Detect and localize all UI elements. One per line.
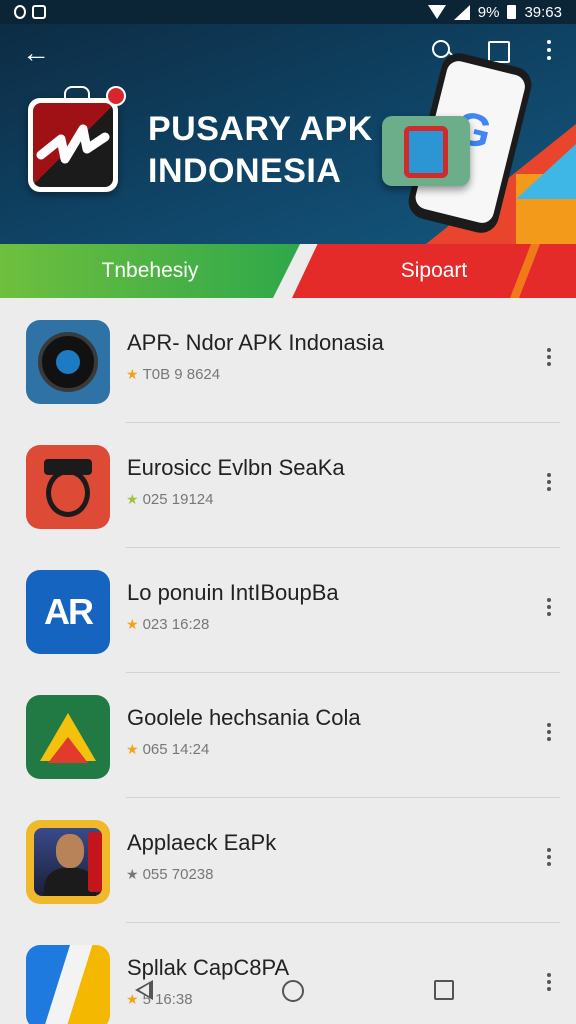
more-vert-icon[interactable] bbox=[545, 473, 553, 497]
star-icon: ★ bbox=[126, 866, 139, 882]
logo-graphic bbox=[33, 103, 113, 187]
title-line-2: INDONESIA bbox=[148, 152, 342, 190]
app-meta: ★ 065 14:24 bbox=[126, 741, 209, 758]
status-time: 39:63 bbox=[524, 3, 562, 21]
battery-icon bbox=[507, 5, 517, 19]
tab-bar: Tnbehesiy Sipoart bbox=[0, 244, 576, 298]
star-icon: ★ bbox=[126, 616, 139, 632]
status-bar: 9% 39:63 bbox=[0, 0, 576, 24]
app-title: Lo ponuin IntIBoupBa bbox=[127, 580, 339, 605]
title-line-1: PUSARY APK bbox=[148, 110, 373, 148]
tab-tnbehesiy[interactable]: Tnbehesiy bbox=[0, 244, 300, 298]
nav-home-icon[interactable] bbox=[282, 980, 304, 1002]
more-vert-icon[interactable] bbox=[545, 848, 553, 872]
more-vert-icon[interactable] bbox=[545, 348, 553, 372]
list-item[interactable]: APR- Ndor APK Indonasia ★ T0B 9 8624 bbox=[0, 298, 576, 423]
app-meta-text: 025 19124 bbox=[142, 491, 214, 508]
more-vert-icon[interactable] bbox=[544, 40, 554, 64]
ap-logo-icon: AR bbox=[26, 570, 110, 654]
nav-recent-icon[interactable] bbox=[434, 980, 454, 1000]
app-meta: ★ T0B 9 8624 bbox=[126, 366, 220, 383]
pulse-icon bbox=[36, 124, 110, 164]
tab-label: Tnbehesiy bbox=[101, 259, 199, 282]
app-title: Goolele hechsania Cola bbox=[127, 705, 361, 730]
nav-back-icon[interactable] bbox=[135, 980, 153, 1000]
list-item[interactable]: AR Lo ponuin IntIBoupBa ★ 023 16:28 bbox=[0, 548, 576, 673]
app-meta: ★ 025 19124 bbox=[126, 491, 213, 508]
camera-lens-icon bbox=[26, 320, 110, 404]
status-right: 9% 39:63 bbox=[427, 3, 562, 21]
app-meta: ★ 055 70238 bbox=[126, 866, 213, 883]
person-photo-icon bbox=[26, 820, 110, 904]
page-title: PUSARY APK INDONESIA bbox=[148, 108, 373, 192]
app-header: ← PUSARY APK INDONESIA G bbox=[0, 24, 576, 244]
header-decor-blue bbox=[516, 144, 576, 199]
app-title: APR- Ndor APK Indonasia bbox=[127, 330, 384, 355]
app-title: Applaeck EaPk bbox=[127, 830, 277, 855]
list-item[interactable]: Eurosicc Evlbn SeaKa ★ 025 19124 bbox=[0, 423, 576, 548]
more-vert-icon[interactable] bbox=[545, 598, 553, 622]
star-icon: ★ bbox=[126, 366, 139, 382]
app-meta-text: T0B 9 8624 bbox=[142, 366, 221, 383]
ring-clip-icon bbox=[26, 445, 110, 529]
wifi-icon bbox=[427, 5, 446, 19]
star-icon: ★ bbox=[126, 491, 139, 507]
app-meta-text: 055 70238 bbox=[142, 866, 214, 883]
battery-percent: 9% bbox=[477, 3, 500, 21]
star-icon: ★ bbox=[126, 741, 139, 757]
app-meta: ★ 023 16:28 bbox=[126, 616, 209, 633]
tab-label: Sipoart bbox=[400, 259, 468, 282]
drive-triangle-icon bbox=[26, 695, 110, 779]
app-title: Eurosicc Evlbn SeaKa bbox=[127, 455, 345, 480]
camera-illustration bbox=[382, 116, 470, 186]
app-logo bbox=[28, 86, 126, 192]
app-list: APR- Ndor APK Indonasia ★ T0B 9 8624 Eur… bbox=[0, 298, 576, 1024]
navigation-bar bbox=[0, 968, 576, 1012]
circle-notification-icon bbox=[14, 5, 26, 19]
more-vert-icon[interactable] bbox=[545, 723, 553, 747]
app-meta-text: 023 16:28 bbox=[142, 616, 210, 633]
square-notification-icon bbox=[32, 5, 46, 19]
list-item[interactable]: Applaeck EaPk ★ 055 70238 bbox=[0, 798, 576, 923]
list-item[interactable]: Goolele hechsania Cola ★ 065 14:24 bbox=[0, 673, 576, 798]
status-left bbox=[14, 5, 46, 19]
app-meta-text: 065 14:24 bbox=[142, 741, 210, 758]
back-arrow-icon[interactable]: ← bbox=[22, 38, 52, 68]
logo-badge-icon bbox=[106, 86, 126, 106]
logo-strap bbox=[64, 86, 90, 98]
camera-lens-icon bbox=[404, 126, 448, 178]
signal-icon bbox=[453, 4, 470, 20]
